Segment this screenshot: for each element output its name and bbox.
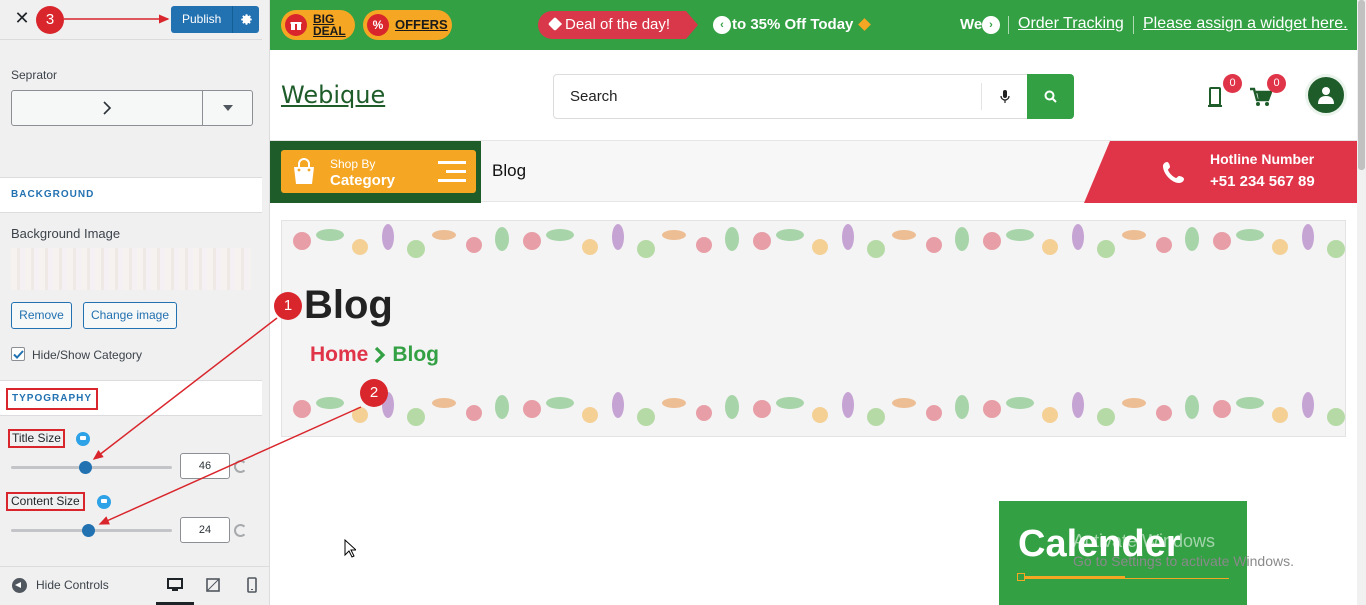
wishlist-icon[interactable] (1208, 87, 1222, 112)
category-wrap: Shop By Category (270, 141, 481, 203)
windows-watermark-text: Go to Settings to activate Windows. (1073, 553, 1294, 569)
desktop-icon[interactable] (167, 577, 183, 593)
hotline-number[interactable]: +51 234 567 89 (1210, 173, 1315, 190)
chevron-down-icon[interactable] (203, 91, 252, 125)
category-big-label: Category (330, 172, 396, 189)
divider (1133, 16, 1134, 34)
reset-icon[interactable] (234, 524, 247, 537)
title-size-label: Title Size (8, 429, 65, 448)
scrollbar[interactable] (1357, 0, 1366, 605)
reset-icon[interactable] (234, 460, 247, 473)
search-icon (1044, 90, 1057, 103)
shop-by-category-button[interactable]: Shop By Category (281, 150, 476, 193)
ticker-next-icon[interactable]: › (982, 16, 1000, 34)
ticker-prev-icon[interactable]: ‹ (713, 16, 731, 34)
chevron-right-icon (375, 346, 386, 364)
wishlist-count-badge: 0 (1223, 74, 1242, 93)
hide-show-category-label: Hide/Show Category (32, 348, 143, 362)
background-section-heading: BACKGROUND (0, 177, 262, 213)
mobile-icon[interactable] (244, 577, 260, 593)
divider-marker (1017, 573, 1025, 581)
content-size-input[interactable]: 24 (180, 517, 230, 543)
percent-icon: % (367, 14, 389, 36)
customizer-footer: Hide Controls (0, 566, 269, 605)
background-image-preview (11, 248, 251, 290)
order-tracking-link[interactable]: Order Tracking (1018, 15, 1124, 33)
search-input[interactable]: Search (554, 75, 981, 118)
tag-icon (857, 18, 871, 31)
customizer-sidebar: ✕ Publish Seprator BACKGROUND Background… (0, 0, 270, 605)
close-icon[interactable]: ✕ (12, 8, 32, 28)
typography-label: TYPOGRAPHY (6, 388, 99, 410)
banner-title: Blog (304, 283, 393, 327)
shopping-bag-icon (294, 158, 314, 184)
site-preview: BIG DEAL % OFFERS Deal of the day! ‹ to 3… (270, 0, 1357, 605)
hide-show-category-checkbox[interactable] (11, 347, 25, 361)
publish-button[interactable]: Publish (171, 6, 233, 33)
user-icon (1318, 87, 1334, 104)
big-deal-text: BIG DEAL (313, 12, 346, 38)
big-deal-badge[interactable]: BIG DEAL (281, 10, 355, 40)
category-small-label: Shop By (330, 157, 376, 171)
vegetable-pattern-bottom (293, 392, 1345, 426)
page-banner: Blog Home Blog (281, 220, 1346, 437)
background-image-label: Background Image (11, 226, 121, 241)
change-image-button[interactable]: Change image (83, 302, 177, 329)
widget-link[interactable]: Please assign a widget here. (1143, 15, 1348, 33)
info-icon[interactable] (97, 495, 111, 509)
annotation-marker-3: 3 (36, 6, 64, 34)
content-size-label: Content Size (6, 492, 85, 511)
windows-watermark-title: Activate Windows (1073, 531, 1216, 551)
menu-icon (438, 161, 466, 182)
user-avatar[interactable] (1305, 74, 1347, 116)
breadcrumb-current: Blog (392, 343, 440, 366)
search-bar: Search (553, 74, 1074, 119)
gift-icon (285, 14, 307, 36)
phone-icon (1163, 162, 1184, 183)
hotline-title: Hotline Number (1210, 151, 1315, 167)
screen: ✕ Publish Seprator BACKGROUND Background… (0, 0, 1366, 605)
title-size-slider-handle[interactable] (78, 461, 92, 474)
scrollbar-thumb[interactable] (1358, 0, 1365, 170)
tag-icon (547, 16, 563, 32)
annotation-marker-2: 2 (360, 379, 388, 407)
ticker-next-text: We (960, 16, 983, 33)
nav-item-blog[interactable]: Blog (492, 161, 526, 181)
gear-icon[interactable] (232, 6, 260, 33)
separator-label: Seprator (11, 68, 58, 82)
collapse-arrow-icon[interactable] (12, 578, 27, 593)
main-nav: Shop By Category Blog Hotline Number +51… (270, 140, 1357, 203)
deal-of-day-badge: Deal of the day! (538, 11, 699, 39)
mouse-cursor-icon (344, 539, 356, 558)
title-size-input[interactable]: 46 (180, 453, 230, 479)
offers-text: OFFERS (395, 17, 448, 32)
top-bar: BIG DEAL % OFFERS Deal of the day! ‹ to 3… (270, 0, 1357, 50)
separator-select[interactable] (11, 90, 253, 126)
tablet-icon[interactable] (205, 577, 221, 593)
vegetable-pattern-top (293, 224, 1345, 258)
hide-controls-label[interactable]: Hide Controls (36, 578, 109, 592)
microphone-icon[interactable] (981, 83, 1027, 110)
breadcrumb: Home Blog (310, 343, 439, 367)
publish-group: Publish (171, 6, 260, 33)
hotline-box: Hotline Number +51 234 567 89 (1084, 141, 1357, 203)
typography-section-heading: TYPOGRAPHY (0, 380, 262, 416)
annotation-marker-1: 1 (274, 292, 302, 320)
info-icon[interactable] (76, 432, 90, 446)
ticker-text: to 35% Off Today (732, 16, 871, 33)
search-button[interactable] (1027, 74, 1074, 119)
breadcrumb-home[interactable]: Home (310, 343, 368, 367)
offers-badge[interactable]: % OFFERS (363, 10, 452, 40)
separator-value (12, 91, 203, 125)
cart-icon[interactable] (1250, 87, 1273, 112)
site-logo[interactable]: Webique (281, 81, 385, 109)
divider (1021, 576, 1125, 579)
remove-button[interactable]: Remove (11, 302, 72, 329)
content-size-slider-handle[interactable] (81, 524, 95, 537)
cart-count-badge: 0 (1267, 74, 1286, 93)
divider (1008, 16, 1009, 34)
